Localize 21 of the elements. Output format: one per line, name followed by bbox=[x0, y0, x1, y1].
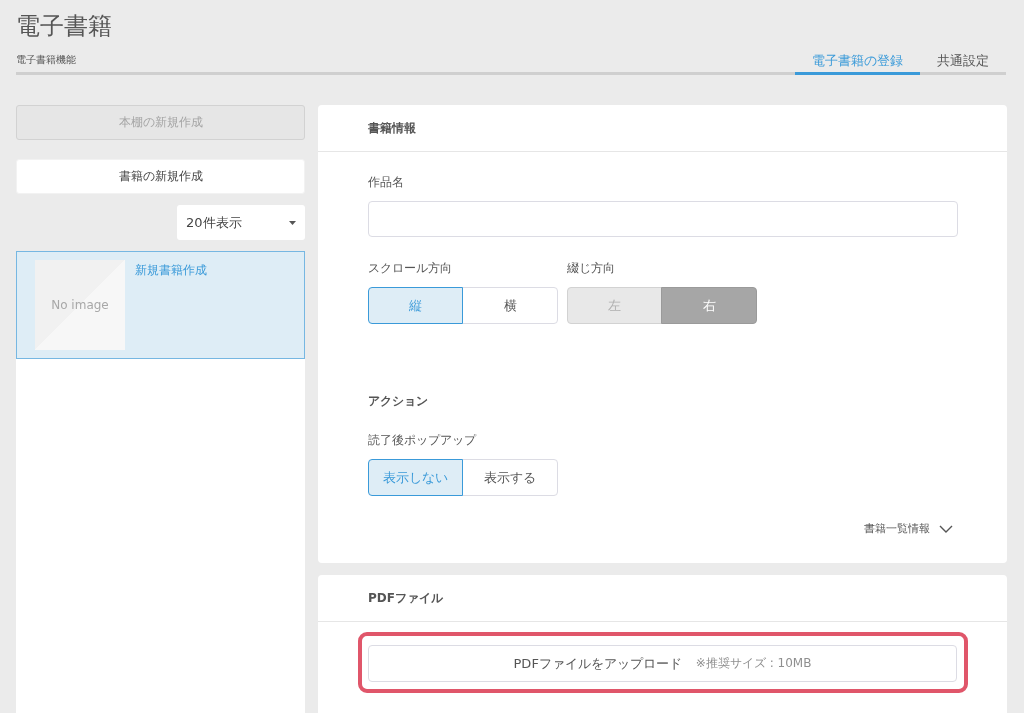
section-title: PDFファイル bbox=[368, 589, 443, 607]
tab[interactable]: 共通設定 bbox=[920, 40, 1006, 75]
size-note: ※推奨サイズ : 10MB bbox=[695, 655, 812, 672]
field-label: 綴じ方向 bbox=[567, 260, 615, 277]
page-subtitle: 電子書籍機能 bbox=[16, 53, 76, 67]
field-label: 読了後ポップアップ bbox=[368, 432, 476, 449]
book-list-info-toggle[interactable]: 書籍一覧情報 bbox=[864, 521, 958, 536]
segment-option[interactable]: 横 bbox=[462, 287, 558, 324]
no-image-text: No image bbox=[51, 298, 109, 312]
page-title: 電子書籍 bbox=[16, 12, 112, 40]
section-title: 書籍情報 bbox=[368, 119, 416, 137]
section-subtitle: アクション bbox=[368, 393, 428, 409]
sidebar-button[interactable]: 書籍の新規作成 bbox=[16, 159, 305, 194]
page-size-select[interactable]: 20件表示 bbox=[177, 205, 305, 240]
caret-icon bbox=[289, 220, 296, 225]
field-label: 作品名 bbox=[368, 174, 404, 191]
book-title: 新規書籍作成 bbox=[135, 262, 207, 278]
upload-button[interactable]: PDFファイルをアップロード ※推奨サイズ : 10MB bbox=[368, 645, 957, 682]
segment-option[interactable]: 表示する bbox=[462, 459, 558, 496]
input-field[interactable] bbox=[368, 201, 958, 237]
field-label: スクロール方向 bbox=[368, 260, 452, 277]
